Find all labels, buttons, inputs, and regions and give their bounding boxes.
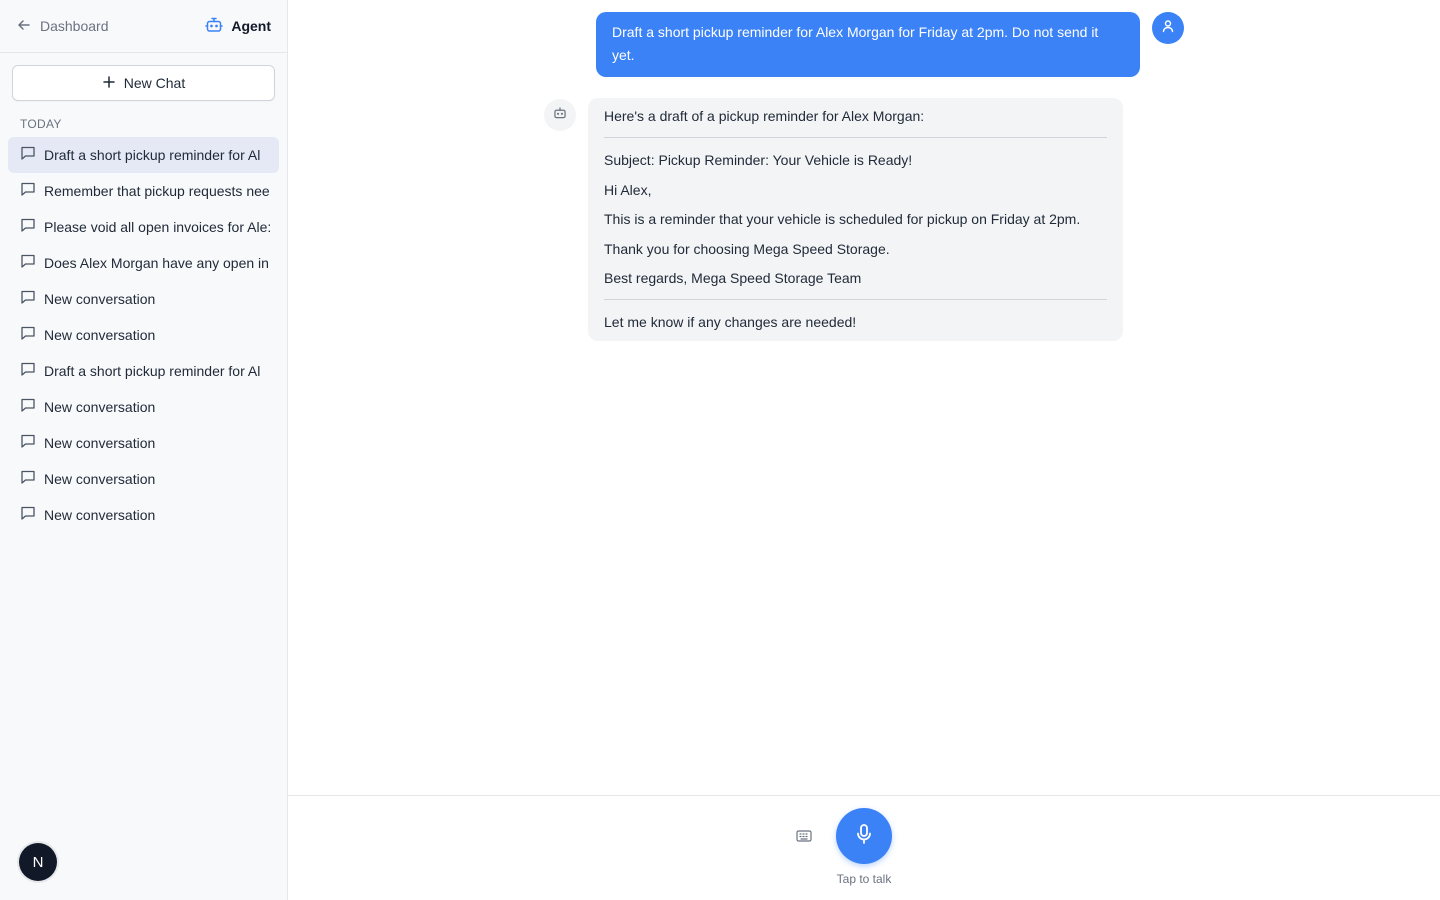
new-chat-button[interactable]: New Chat [12,65,275,101]
agent-title: Agent [205,16,271,37]
back-label: Dashboard [40,18,109,34]
message-square-icon [20,145,36,166]
user-initial: N [32,853,44,871]
assistant-outro: Let me know if any changes are needed! [604,314,857,330]
message-square-icon [20,217,36,238]
divider [604,299,1107,300]
conversation-label: New conversation [44,471,156,487]
agent-title-label: Agent [231,18,271,34]
draft-line: Subject: Pickup Reminder: Your Vehicle i… [604,152,913,168]
microphone-icon [854,823,874,850]
conversation-label: Draft a short pickup reminder for Al [44,147,261,163]
message-square-icon [20,433,36,454]
conversation-item[interactable]: New conversation [8,389,279,425]
back-to-dashboard-link[interactable]: Dashboard [16,17,109,36]
user-icon [1161,19,1175,38]
microphone-button[interactable] [836,808,892,864]
draft-line: This is a reminder that your vehicle is … [604,211,1081,227]
conversation-item[interactable]: Draft a short pickup reminder for Al [8,137,279,173]
user-message-text: Draft a short pickup reminder for Alex M… [612,24,1099,63]
message-square-icon [20,397,36,418]
conversation-item[interactable]: Remember that pickup requests nee [8,173,279,209]
sidebar-header: Dashboard Agent [0,0,287,53]
chat-main: Draft a short pickup reminder for Alex M… [288,0,1440,900]
plus-icon [102,75,116,92]
sidebar: Dashboard Agent New Chat TODAY Draft a s… [0,0,288,900]
conversation-label: Please void all open invoices for Ale: [44,219,272,235]
conversation-item[interactable]: New conversation [8,317,279,353]
draft-line: Best regards, Mega Speed Storage Team [604,270,862,286]
keyboard-icon [796,829,812,848]
message-square-icon [20,469,36,490]
voice-input-footer: Tap to talk [288,795,1440,900]
conversation-label: New conversation [44,507,156,523]
conversation-label: New conversation [44,291,156,307]
bot-icon [553,106,567,125]
message-square-icon [20,289,36,310]
user-avatar [1152,12,1184,44]
assistant-message-bubble: Here's a draft of a pickup reminder for … [588,98,1123,341]
user-message-bubble: Draft a short pickup reminder for Alex M… [596,12,1140,77]
conversation-label: New conversation [44,435,156,451]
conversation-item[interactable]: New conversation [8,425,279,461]
message-square-icon [20,325,36,346]
conversation-label: Remember that pickup requests nee [44,183,270,199]
new-chat-label: New Chat [123,75,186,91]
section-label-today: TODAY [20,117,62,131]
conversation-label: New conversation [44,399,156,415]
conversation-item[interactable]: New conversation [8,281,279,317]
message-square-icon [20,361,36,382]
user-menu-avatar[interactable]: N [19,843,57,881]
conversation-item[interactable]: Does Alex Morgan have any open in [8,245,279,281]
bot-icon [205,16,224,37]
conversation-item[interactable]: Draft a short pickup reminder for Al [8,353,279,389]
assistant-intro: Here's a draft of a pickup reminder for … [604,108,925,124]
tap-to-talk-label: Tap to talk [836,872,892,886]
conversation-label: New conversation [44,327,156,343]
keyboard-toggle-button[interactable] [792,826,816,850]
message-square-icon [20,505,36,526]
conversation-item[interactable]: New conversation [8,497,279,533]
conversation-list: Draft a short pickup reminder for Al Reme… [8,137,279,533]
assistant-avatar [544,99,576,131]
conversation-label: Does Alex Morgan have any open in [44,255,269,271]
draft-line: Hi Alex, [604,181,652,198]
conversation-label: Draft a short pickup reminder for Al [44,363,261,379]
conversation-item[interactable]: Please void all open invoices for Ale: [8,209,279,245]
arrow-left-icon [16,17,32,36]
message-square-icon [20,253,36,274]
draft-body: Subject: Pickup Reminder: Your Vehicle i… [604,138,1107,299]
draft-line: Thank you for choosing Mega Speed Storag… [604,240,890,257]
message-square-icon [20,181,36,202]
conversation-item[interactable]: New conversation [8,461,279,497]
